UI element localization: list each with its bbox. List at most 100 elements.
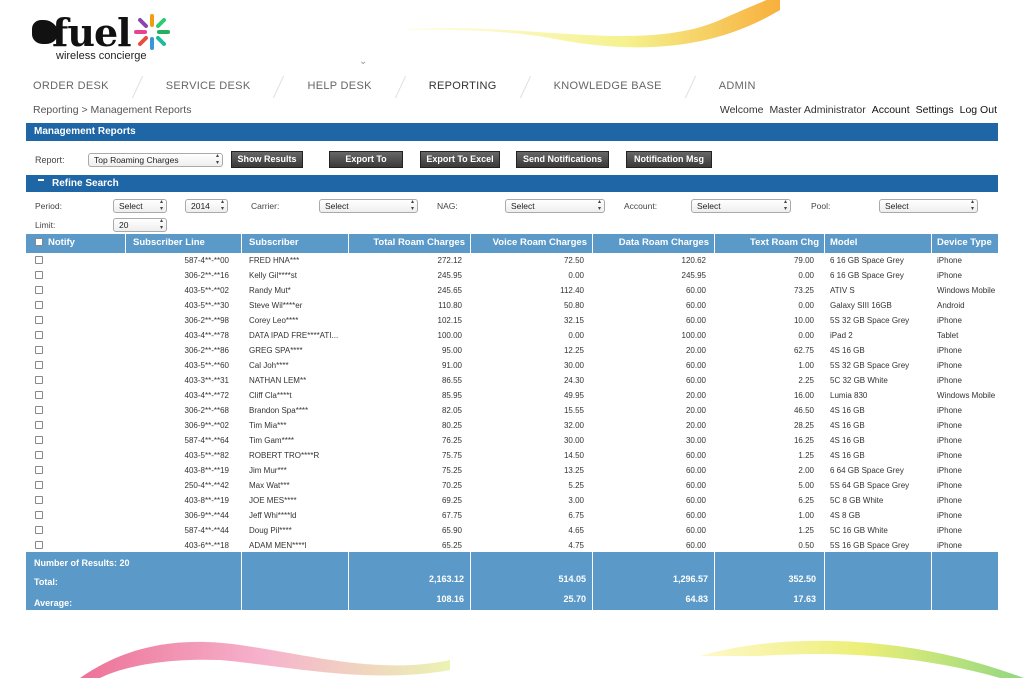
decorative-swoosh-bottom-left — [80, 641, 450, 678]
nav-help-desk[interactable]: HELP DESK — [307, 76, 371, 98]
col-subscriber[interactable]: Subscriber — [242, 234, 349, 253]
period-select[interactable]: Select — [113, 199, 167, 213]
year-select[interactable]: 2014 — [185, 199, 228, 213]
carrier-select[interactable]: Select — [319, 199, 418, 213]
cell-text-roam: 1.25 — [798, 451, 814, 460]
pool-select[interactable]: Select — [879, 199, 978, 213]
notify-checkbox[interactable] — [35, 451, 43, 459]
notify-checkbox[interactable] — [35, 331, 43, 339]
notify-checkbox[interactable] — [35, 271, 43, 279]
col-notify[interactable]: Notify — [26, 234, 126, 253]
table-row: 403-5**-**82 ROBERT TRO****R 75.75 14.50 60.… — [26, 448, 998, 463]
notify-checkbox[interactable] — [35, 316, 43, 324]
cell-device-type: iPhone — [937, 511, 962, 520]
nav-order-desk[interactable]: ORDER DESK — [33, 76, 109, 98]
text-roam-sum: 352.50 — [788, 574, 816, 584]
table-row: 403-5**-**60 Cal Joh**** 91.00 30.00 60.00 1.… — [26, 358, 998, 373]
collapse-icon[interactable] — [38, 179, 44, 182]
cell-total-roam: 110.80 — [438, 301, 462, 310]
cell-data-roam: 60.00 — [685, 541, 706, 550]
col-voice-roam[interactable]: Voice Roam Charges — [471, 234, 593, 253]
cell-subscriber-line: 403-5**-**30 — [184, 301, 229, 310]
cell-total-roam: 245.95 — [437, 271, 462, 280]
notify-checkbox[interactable] — [35, 391, 43, 399]
send-notifications-button[interactable]: Send Notifications — [516, 151, 609, 168]
data-roam-sum: 1,296.57 — [672, 574, 708, 584]
cell-data-roam: 60.00 — [685, 376, 706, 385]
limit-select[interactable]: 20 — [113, 218, 167, 232]
footer-divider — [241, 552, 242, 610]
notify-checkbox[interactable] — [35, 466, 43, 474]
notify-checkbox[interactable] — [35, 361, 43, 369]
cell-data-roam: 120.62 — [681, 256, 706, 265]
cell-data-roam: 60.00 — [685, 316, 706, 325]
notify-checkbox[interactable] — [35, 346, 43, 354]
settings-link[interactable]: Settings — [916, 104, 954, 116]
notify-checkbox[interactable] — [35, 526, 43, 534]
col-device-type[interactable]: Device Type — [932, 234, 998, 253]
nav-knowledge-base[interactable]: KNOWLEDGE BASE — [554, 76, 662, 98]
cell-data-roam: 60.00 — [685, 286, 706, 295]
cell-subscriber-line: 403-8**-**19 — [184, 466, 229, 475]
cell-total-roam: 245.65 — [437, 286, 462, 295]
export-csv-button[interactable]: Export To CSV — [329, 151, 403, 179]
pool-label: Pool: — [811, 201, 831, 211]
data-roam-avg: 64.83 — [685, 594, 708, 604]
nav-admin[interactable]: ADMIN — [719, 76, 756, 98]
logout-link[interactable]: Log Out — [960, 104, 997, 116]
cell-data-roam: 20.00 — [685, 406, 706, 415]
col-data-roam[interactable]: Data Roam Charges — [593, 234, 715, 253]
notify-checkbox[interactable] — [35, 436, 43, 444]
table-row: 403-6**-**18 ADAM MEN****l 65.25 4.75 60.00 0… — [26, 538, 998, 553]
col-model[interactable]: Model — [825, 234, 932, 253]
report-label: Report: — [35, 155, 65, 165]
notification-msg-button[interactable]: Notification Msg — [626, 151, 712, 168]
cell-voice-roam: 24.30 — [563, 376, 584, 385]
table-header: Notify Subscriber Line Subscriber Total … — [26, 234, 998, 253]
refine-search-bar[interactable]: Refine Search — [26, 175, 998, 192]
results-count: Number of Results: 20 — [34, 558, 130, 568]
notify-checkbox[interactable] — [35, 406, 43, 414]
cell-data-roam: 60.00 — [685, 511, 706, 520]
nav-service-desk[interactable]: SERVICE DESK — [166, 76, 251, 98]
notify-checkbox[interactable] — [35, 376, 43, 384]
cell-data-roam: 100.00 — [681, 331, 706, 340]
cell-subscriber: Cal Joh**** — [249, 361, 289, 370]
notify-checkbox[interactable] — [35, 286, 43, 294]
notify-checkbox[interactable] — [35, 481, 43, 489]
account-link[interactable]: Account — [872, 104, 910, 116]
cell-model: 6 64 GB Space Grey — [830, 466, 904, 475]
table-row: 403-5**-**02 Randy Mut* 245.65 112.40 60.00 7… — [26, 283, 998, 298]
chevron-down-icon[interactable]: ⌄ — [359, 56, 367, 67]
show-results-button[interactable]: Show Results — [231, 151, 303, 168]
col-subscriber-line[interactable]: Subscriber Line — [126, 234, 242, 253]
fuel-logo[interactable]: fuel wireless concierge — [30, 8, 170, 66]
notify-checkbox[interactable] — [35, 511, 43, 519]
cell-device-type: iPhone — [937, 466, 962, 475]
notify-checkbox[interactable] — [35, 541, 43, 549]
average-label: Average: — [34, 598, 73, 608]
footer-divider — [931, 552, 932, 610]
report-select[interactable]: Top Roaming Charges — [88, 153, 223, 167]
cell-device-type: iPhone — [937, 376, 962, 385]
select-all-checkbox[interactable] — [35, 238, 43, 246]
notify-checkbox[interactable] — [35, 256, 43, 264]
notify-checkbox[interactable] — [35, 301, 43, 309]
account-select[interactable]: Select — [691, 199, 791, 213]
export-excel-button[interactable]: Export To Excel — [420, 151, 500, 168]
cell-model: 4S 16 GB — [830, 436, 865, 445]
welcome-text: Welcome — [719, 104, 764, 116]
cell-data-roam: 60.00 — [685, 481, 706, 490]
cell-voice-roam: 72.50 — [563, 256, 584, 265]
nag-select[interactable]: Select — [505, 199, 605, 213]
col-text-roam[interactable]: Text Roam Chg — [715, 234, 825, 253]
cell-model: 6 16 GB Space Grey — [830, 271, 904, 280]
cell-subscriber-line: 306-2**-**98 — [184, 316, 229, 325]
cell-voice-roam: 3.00 — [568, 496, 584, 505]
notify-checkbox[interactable] — [35, 421, 43, 429]
notify-checkbox[interactable] — [35, 496, 43, 504]
cell-subscriber-line: 403-5**-**60 — [184, 361, 229, 370]
nav-reporting[interactable]: REPORTING — [429, 76, 497, 98]
total-label: Total: — [34, 577, 58, 587]
col-total-roam[interactable]: Total Roam Charges — [349, 234, 471, 253]
